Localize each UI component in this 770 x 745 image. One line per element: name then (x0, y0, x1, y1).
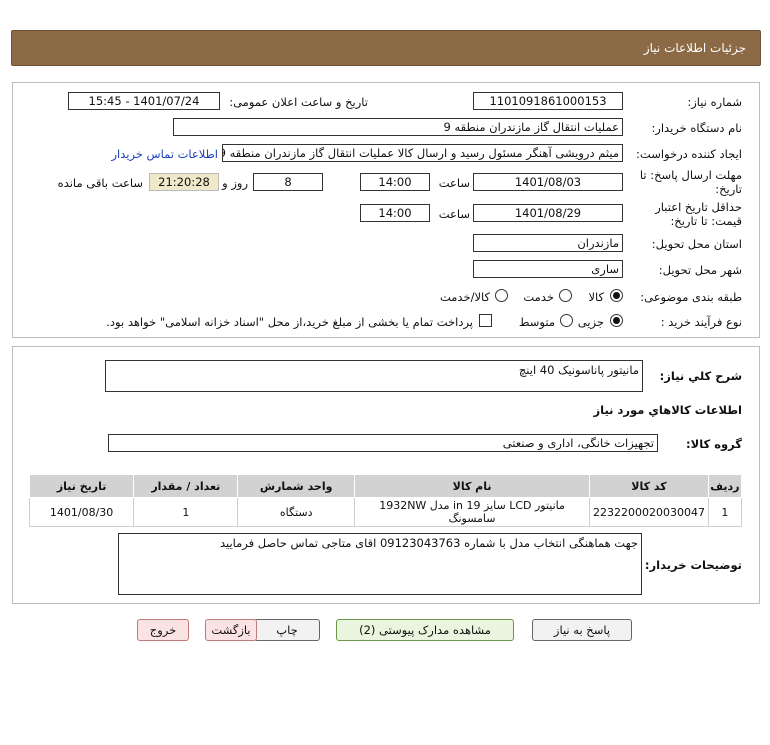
goods-unit: دستگاه (237, 497, 355, 527)
reply-button[interactable]: پاسخ به نیاز (532, 619, 632, 641)
goods-quantity: 1 (133, 497, 239, 527)
buyer-org-label: نام دستگاه خریدار: (651, 121, 742, 135)
buyer-notes-label: توضیحات خریدار: (644, 558, 742, 572)
goods-table-header: ردیف کد کالا نام کالا واحد شمارش تعداد /… (28, 474, 743, 498)
deadline-label-1: مهلت ارسال پاسخ: تا (639, 168, 742, 182)
col-qty: تعداد / مقدار (133, 474, 239, 498)
print-button[interactable]: چاپ (254, 619, 320, 641)
days-field: 8 (253, 173, 323, 191)
days-label: روز و (222, 176, 248, 190)
need-date: 1401/08/30 (28, 497, 135, 527)
page-title: جزئیات اطلاعات نیاز (643, 41, 746, 55)
exit-button[interactable]: خروج (137, 619, 189, 641)
treasury-payment-note: پرداخت تمام یا بخشی از مبلغ خرید،از محل … (106, 315, 473, 329)
need-number-label: شماره نیاز: (687, 95, 742, 109)
category-label: طبقه بندی موضوعی: (640, 290, 742, 304)
province-field: مازندران (473, 234, 623, 252)
validity-time-label: ساعت (438, 207, 470, 221)
summary-field: مانیتور پاناسونیک 40 اینچ (105, 360, 643, 392)
need-number-field: 1101091861000153 (473, 92, 623, 110)
goods-code: 2232200020030047 (589, 497, 709, 527)
city-field: ساری (473, 260, 623, 278)
col-code: کد کالا (589, 474, 709, 498)
goods-group-label: گروه کالا: (686, 437, 742, 451)
contact-buyer-link[interactable]: اطلاعات تماس خریدار (111, 147, 218, 161)
goods-group-field: تجهیزات خانگی، اداری و صنعتی (108, 434, 658, 452)
process-medium-label: متوسط (518, 315, 555, 329)
col-name: نام کالا (353, 474, 591, 498)
deadline-time-field: 14:00 (360, 173, 430, 191)
validity-date-field: 1401/08/29 (473, 204, 623, 222)
process-minor-radio[interactable] (610, 314, 623, 327)
goods-info-title: اطلاعات کالاهاي مورد نياز (593, 403, 742, 417)
deadline-label-2: تاریخ: (715, 182, 742, 196)
category-service-label: خدمت (523, 290, 554, 304)
category-goods-label: کالا (588, 290, 604, 304)
creator-label: ایجاد کننده درخواست: (636, 147, 742, 161)
remaining-time-field: 21:20:28 (149, 173, 219, 191)
col-row: ردیف (707, 474, 743, 498)
category-service-radio[interactable] (559, 289, 572, 302)
goods-table: ردیف کد کالا نام کالا واحد شمارش تعداد /… (28, 474, 743, 527)
category-goods-service-radio[interactable] (495, 289, 508, 302)
province-label: استان محل تحویل: (651, 237, 742, 251)
announce-field: 1401/07/24 - 15:45 (68, 92, 220, 110)
category-goods-radio[interactable] (610, 289, 623, 302)
view-attachments-button[interactable]: مشاهده مدارک پیوستی (2) (336, 619, 514, 641)
validity-time-field: 14:00 (360, 204, 430, 222)
process-medium-radio[interactable] (560, 314, 573, 327)
process-label: نوع فرآیند خرید : (660, 315, 742, 329)
page-header: جزئیات اطلاعات نیاز (11, 30, 761, 66)
col-unit: واحد شمارش (237, 474, 355, 498)
creator-field: میثم درویشی آهنگر مسئول رسید و ارسال کال… (222, 144, 623, 162)
treasury-payment-checkbox[interactable] (479, 314, 492, 327)
summary-label: شرح کلي نياز: (659, 369, 742, 383)
validity-label-2: قیمت: تا تاریخ: (670, 214, 742, 228)
row-number: 1 (707, 497, 743, 527)
deadline-date-field: 1401/08/03 (473, 173, 623, 191)
announce-label: تاریخ و ساعت اعلان عمومی: (229, 95, 368, 109)
buyer-org-field: عملیات انتقال گاز مازندران منطقه 9 (173, 118, 623, 136)
remaining-label: ساعت باقی مانده (57, 176, 143, 190)
validity-label-1: حداقل تاریخ اعتبار (655, 200, 742, 214)
deadline-time-label: ساعت (438, 176, 470, 190)
goods-name: مانیتور LCD سایز 19 in مدل 1932NW سامسون… (353, 497, 591, 527)
col-date: تاریخ نیاز (28, 474, 135, 498)
process-minor-label: جزیی (577, 315, 604, 329)
table-row: 1 2232200020030047 مانیتور LCD سایز 19 i… (28, 497, 743, 527)
city-label: شهر محل تحویل: (658, 263, 742, 277)
category-goods-service-label: کالا/خدمت (439, 290, 490, 304)
buyer-notes-field: جهت هماهنگی انتخاب مدل با شماره 09123043… (118, 533, 642, 595)
back-button[interactable]: بازگشت (205, 619, 257, 641)
